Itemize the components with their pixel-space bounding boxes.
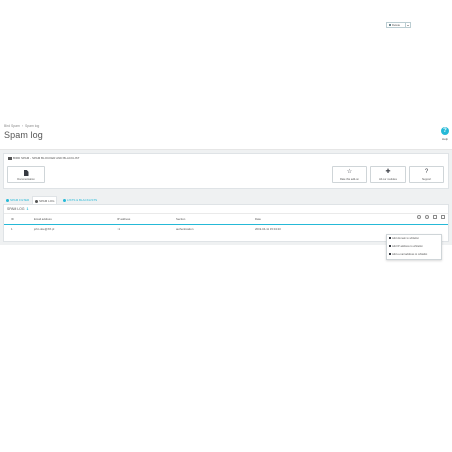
star-icon: ☆: [346, 169, 353, 175]
panel-toolbar: [413, 206, 445, 219]
tab-spam-log[interactable]: SPAM LOG: [32, 196, 58, 204]
tab-icon: [63, 198, 66, 202]
column-header[interactable]: ID: [11, 217, 14, 221]
tile-label: Documentation: [17, 178, 35, 181]
rate-addon-button[interactable]: ☆ Rate this add-on: [332, 166, 367, 183]
tab-lists-blacklists[interactable]: LISTS & BLACKLISTS: [61, 196, 99, 204]
delete-label: Delete: [392, 23, 401, 27]
help-button[interactable]: ? Help: [439, 127, 451, 141]
help-label: Help: [441, 137, 449, 141]
cell-date: 2019-04-11 15:04:20: [255, 227, 281, 231]
cell-id: 1: [11, 227, 13, 231]
trash-icon: [389, 24, 391, 26]
panel-title-text: SPAM LOG: [7, 207, 25, 211]
question-icon: ?: [424, 169, 429, 175]
page-title: Spam log: [4, 130, 43, 140]
tab-label: LISTS & BLACKLISTS: [67, 198, 98, 202]
tile-label: Rate this add-on: [339, 178, 360, 181]
actions-dropdown-toggle[interactable]: [406, 22, 411, 28]
cell-ip: ::1: [117, 227, 121, 231]
breadcrumb-item[interactable]: Bird Spam: [4, 124, 20, 128]
count-badge: 1: [26, 207, 29, 211]
menu-item-label: Add e-mail address to whitelist: [392, 253, 428, 256]
breadcrumb: Bird Spam › Spam log: [4, 124, 40, 128]
column-header[interactable]: Section: [176, 217, 185, 221]
menu-item-whitelist-domain[interactable]: Add domain to whitelist: [389, 236, 419, 241]
column-header[interactable]: IP address: [117, 217, 130, 221]
list-icon: [389, 237, 391, 240]
empty-top-area: [0, 0, 452, 124]
tab-spam-filter[interactable]: SPAM FILTER: [4, 196, 31, 204]
breadcrumb-item: Spam log: [24, 124, 40, 128]
panel-heading: BIRD SPAM - SPAM BLOCKER AND BLACKLIST: [8, 156, 79, 160]
module-info-panel: BIRD SPAM - SPAM BLOCKER AND BLACKLIST D…: [3, 153, 449, 189]
spam-log-panel: SPAM LOG 1 ID Email address IP address Se…: [3, 204, 449, 242]
tile-label: Support: [421, 178, 432, 181]
table-header: ID Email address IP address Section Date: [4, 217, 448, 223]
tab-label: SPAM FILTER: [10, 198, 30, 202]
column-header[interactable]: Date: [255, 217, 261, 221]
menu-item-whitelist-ip[interactable]: Add IP address to whitelist: [389, 244, 423, 249]
tile-label: All our modules: [379, 178, 397, 181]
question-icon: ?: [441, 127, 449, 135]
list-icon: [389, 245, 391, 248]
page-header: [0, 124, 452, 150]
puzzle-icon: ✚: [385, 169, 391, 175]
menu-item-label: Add domain to whitelist: [392, 237, 419, 240]
panel-title: SPAM LOG 1: [7, 207, 28, 211]
delete-button[interactable]: Delete: [386, 22, 406, 28]
menu-item-label: Add IP address to whitelist: [392, 245, 423, 248]
tab-icon: [6, 198, 9, 202]
menu-item-whitelist-email[interactable]: Add e-mail address to whitelist: [389, 252, 427, 257]
column-header[interactable]: Email address: [34, 217, 52, 221]
documentation-button[interactable]: Documentation: [7, 166, 45, 183]
table-row[interactable]: 1 john.doe@XX.pl ::1 authentication 2019…: [4, 227, 448, 235]
divider: [4, 213, 448, 214]
list-icon: [389, 253, 391, 256]
actions-dropdown-menu: Add domain to whitelist Add IP address t…: [386, 234, 442, 260]
support-button[interactable]: ? Support: [409, 166, 444, 183]
tab-label: SPAM LOG: [39, 199, 55, 203]
header-underline: [4, 224, 448, 225]
document-icon: [23, 170, 29, 176]
cell-section: authentication: [176, 227, 194, 231]
cell-email: john.doe@XX.pl: [34, 227, 55, 231]
all-modules-button[interactable]: ✚ All our modules: [370, 166, 406, 183]
info-icon: [8, 156, 12, 160]
panel-heading-text: BIRD SPAM - SPAM BLOCKER AND BLACKLIST: [13, 156, 80, 160]
tab-icon: [35, 199, 38, 203]
